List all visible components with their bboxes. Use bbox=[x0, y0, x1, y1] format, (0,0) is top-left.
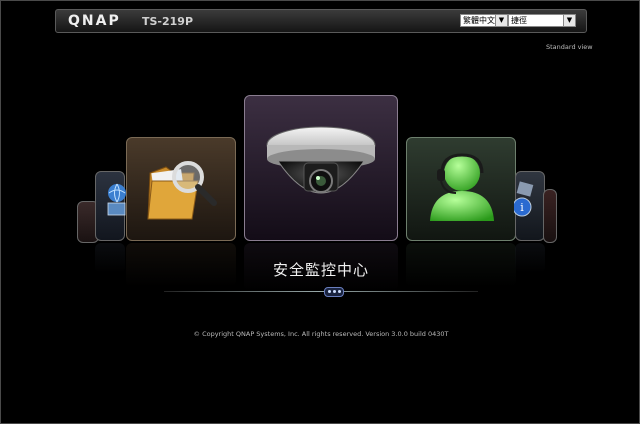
qnap-logo: QNAP bbox=[68, 13, 121, 29]
language-select-value: 繁體中文 bbox=[463, 16, 495, 25]
shortcut-select-value: 捷徑 bbox=[511, 16, 527, 25]
language-select[interactable]: 繁體中文 ▼ bbox=[460, 14, 508, 27]
info-icon: i bbox=[514, 181, 534, 217]
chevron-down-icon: ▼ bbox=[563, 15, 575, 26]
header-bar: QNAP TS-219P 繁體中文 ▼ 捷徑 ▼ bbox=[55, 9, 587, 33]
model-name: TS-219P bbox=[142, 15, 194, 28]
globe-icon bbox=[107, 183, 126, 216]
page-frame: QNAP TS-219P 繁體中文 ▼ 捷徑 ▼ Standard view i… bbox=[0, 0, 640, 424]
folder-search-icon bbox=[147, 161, 217, 220]
camera-icon bbox=[266, 126, 376, 194]
shortcut-select[interactable]: 捷徑 ▼ bbox=[508, 14, 576, 27]
carousel-pager[interactable] bbox=[324, 287, 344, 297]
pager-dot bbox=[328, 290, 331, 293]
carousel-tile-far-right-2[interactable] bbox=[543, 189, 557, 243]
svg-text:i: i bbox=[520, 201, 524, 214]
divider-line bbox=[164, 291, 478, 292]
chevron-down-icon: ▼ bbox=[495, 15, 507, 26]
pager-dot bbox=[333, 290, 336, 293]
support-user-icon bbox=[430, 153, 494, 221]
carousel-title: 安全監控中心 bbox=[272, 261, 369, 279]
pager-dot bbox=[338, 290, 341, 293]
standard-view-link[interactable]: Standard view bbox=[546, 43, 593, 51]
copyright-text: © Copyright QNAP Systems, Inc. All right… bbox=[193, 330, 449, 338]
